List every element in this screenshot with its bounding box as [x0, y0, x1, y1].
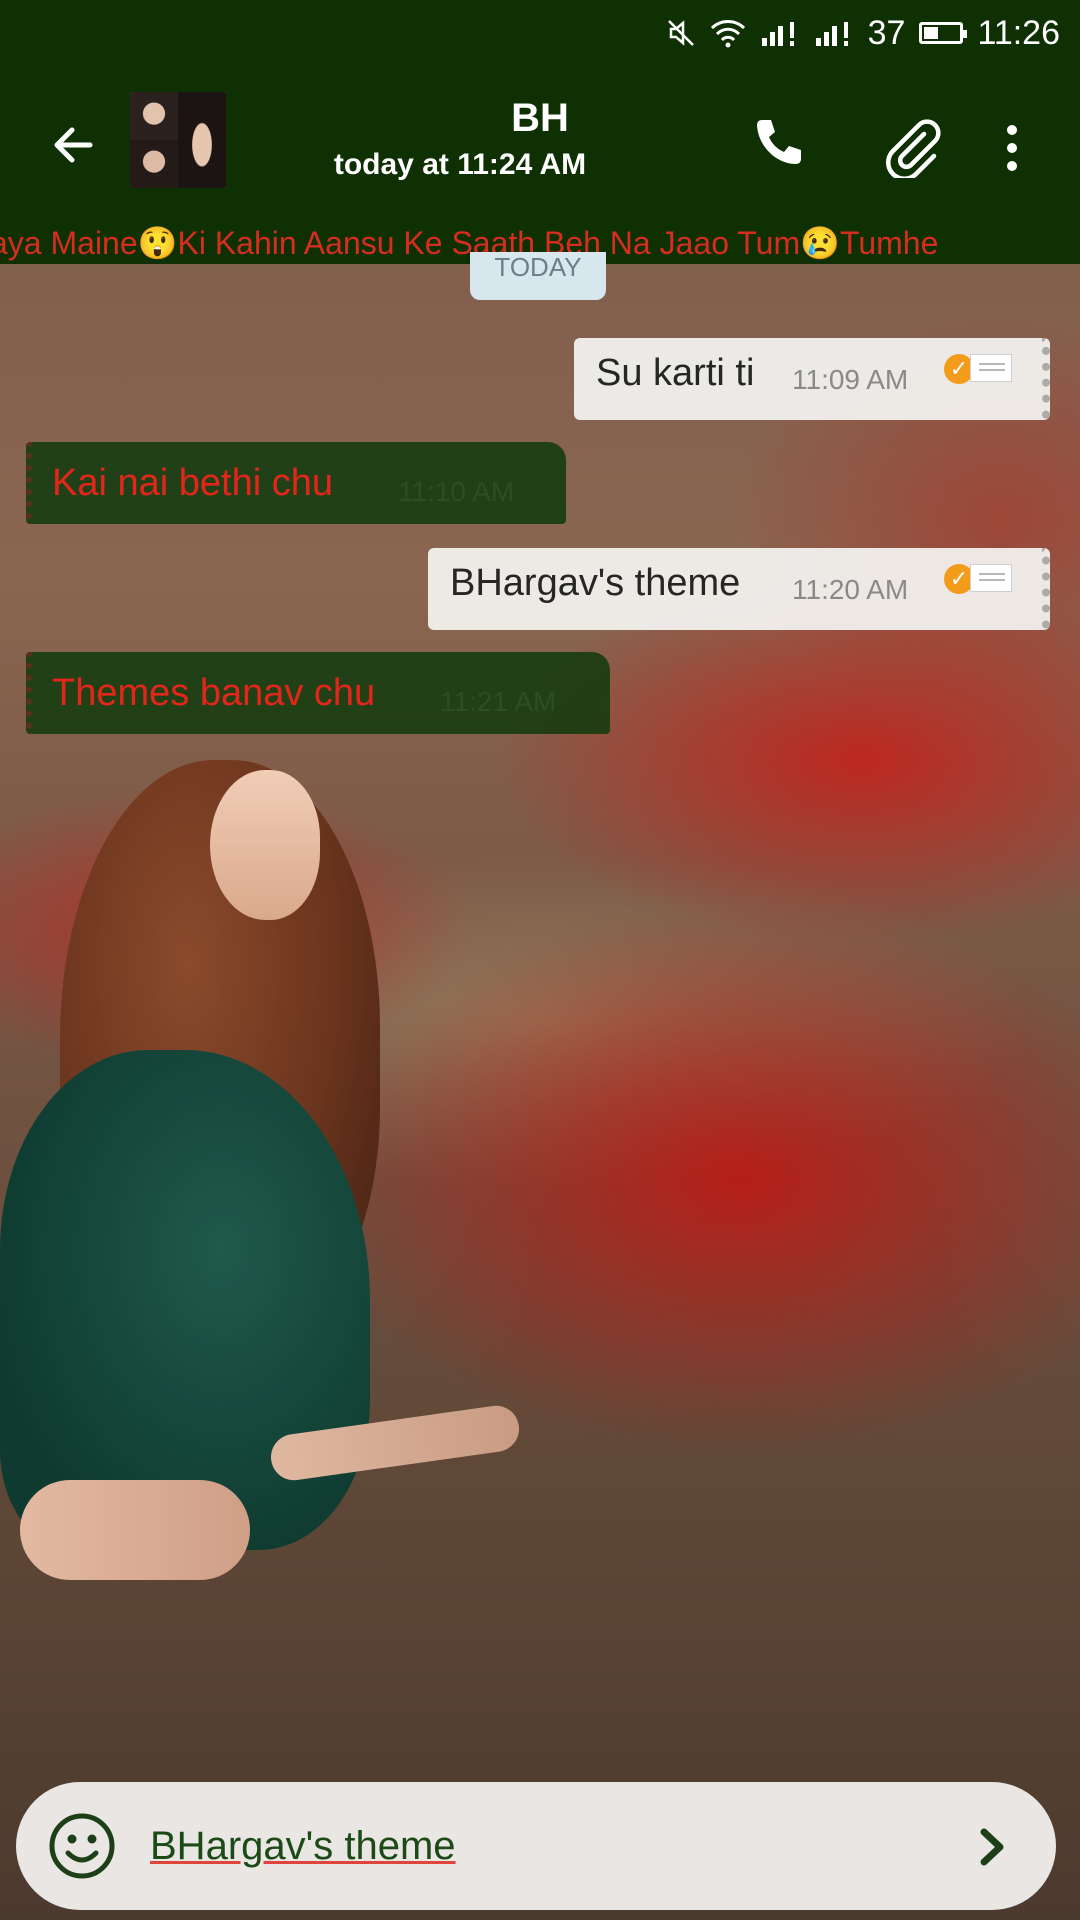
message-bubble-outgoing[interactable]: BHargav's theme 11:20 AM ✓ [428, 548, 1050, 630]
wifi-icon [710, 18, 746, 48]
send-chevron-icon [980, 1828, 1004, 1866]
battery-level: 37 [867, 13, 906, 52]
battery-icon [919, 22, 968, 44]
message-text: BHargav's theme [450, 562, 741, 604]
message-bubble-outgoing[interactable]: Su karti ti 11:09 AM ✓ [574, 338, 1050, 420]
signal-icon-2 [814, 18, 854, 48]
date-divider: TODAY [470, 252, 606, 300]
message-bubble-incoming[interactable]: Kai nai bethi chu 11:10 AM [26, 442, 566, 524]
status-bar: 37 11:26 [0, 0, 1080, 66]
message-input[interactable] [148, 1812, 952, 1880]
message-time: 11:21 AM [440, 686, 557, 717]
more-vertical-icon [1007, 125, 1017, 171]
more-options-button[interactable] [992, 114, 1032, 184]
attach-button[interactable] [880, 114, 950, 184]
date-label: TODAY [494, 252, 582, 282]
message-time: 11:20 AM [792, 574, 909, 605]
chat-header: BH today at 11:24 AM [0, 66, 1080, 222]
message-text: Kai nai bethi chu [52, 462, 333, 504]
message-time: 11:09 AM [792, 364, 909, 395]
message-time: 11:10 AM [398, 476, 515, 507]
note-icon [970, 354, 1012, 382]
message-composer [16, 1782, 1056, 1910]
note-icon [970, 564, 1012, 592]
voice-call-button[interactable] [748, 114, 818, 184]
send-button[interactable] [956, 1812, 1026, 1882]
status-time: 11:26 [977, 13, 1060, 52]
message-bubble-incoming[interactable]: Themes banav chu 11:21 AM [26, 652, 610, 734]
phone-icon [757, 120, 801, 164]
paperclip-icon [885, 119, 941, 182]
message-text: Themes banav chu [52, 672, 376, 714]
signal-icon [760, 18, 800, 48]
emoji-button[interactable] [46, 1810, 118, 1882]
wallpaper-girl-leg [20, 1480, 250, 1580]
muted-icon [666, 18, 696, 48]
smiley-icon [49, 1813, 115, 1879]
message-text: Su karti ti [596, 352, 755, 394]
wallpaper-girl-face [210, 770, 320, 920]
